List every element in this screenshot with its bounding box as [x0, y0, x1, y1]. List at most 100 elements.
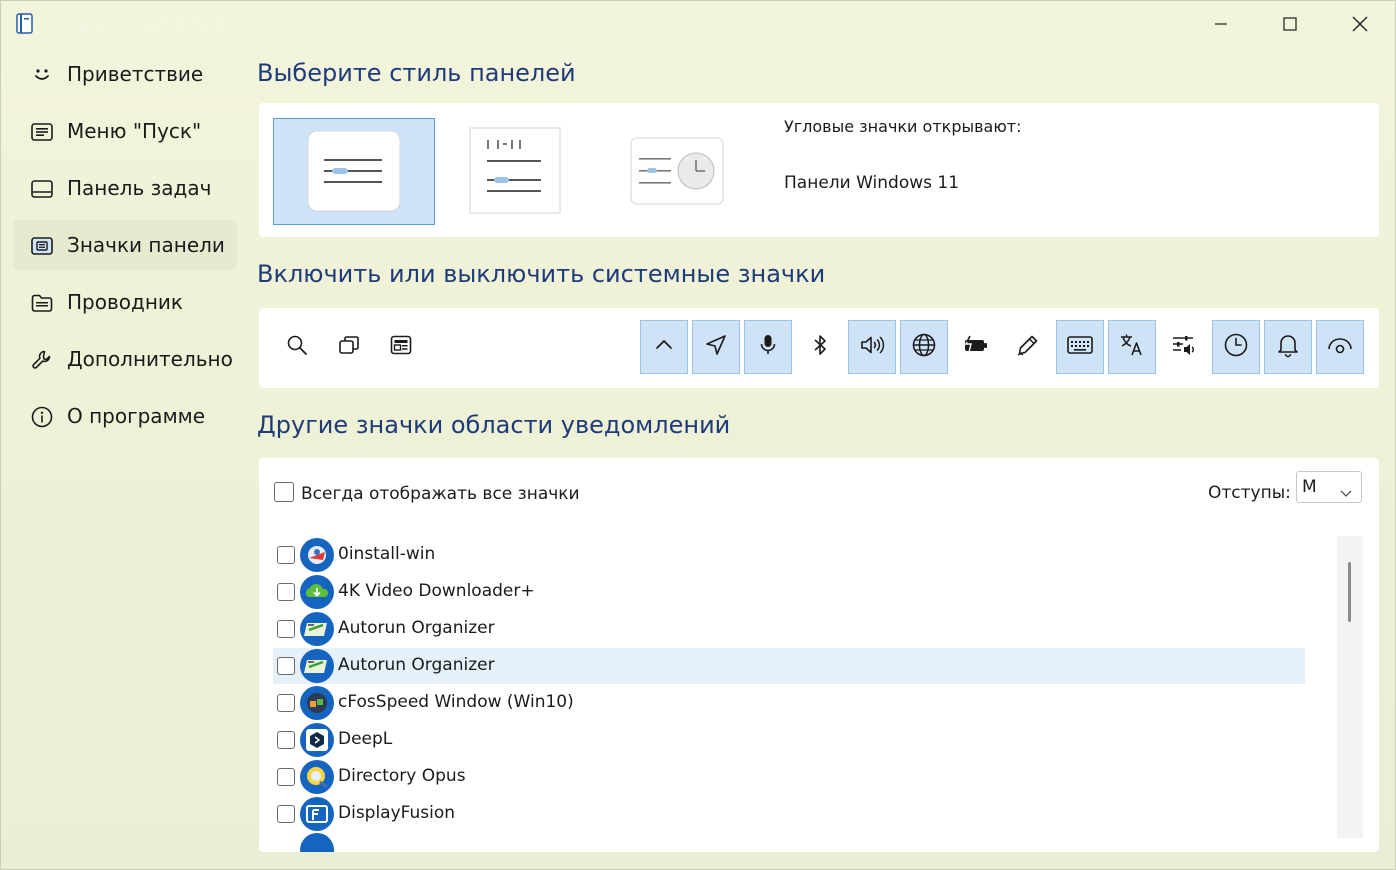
cfosspeed-icon: [300, 686, 334, 720]
sidebar-item-label: Дополнительно: [67, 347, 233, 371]
list-item[interactable]: 0install-win: [273, 537, 1305, 573]
list-item[interactable]: Autorun Organizer: [273, 611, 1305, 647]
tray-toggle-audio-settings[interactable]: [1160, 320, 1208, 374]
4k-video-downloader-icon: [300, 575, 334, 609]
tray-toggle-overflow[interactable]: [640, 320, 688, 374]
tray-toggle-volume[interactable]: [848, 320, 896, 374]
zero-install-icon: [300, 538, 334, 572]
list-scrollbar[interactable]: [1337, 536, 1363, 838]
minimize-button[interactable]: [1193, 7, 1249, 41]
list-item[interactable]: DeepL: [273, 722, 1305, 758]
clock-icon: [1223, 332, 1249, 362]
tray-toggle-battery[interactable]: [952, 320, 1000, 374]
sidebar: Приветствие Меню "Пуск" Панель задач Зна…: [13, 49, 237, 448]
notification-icons-heading: Другие значки области уведомлений: [257, 411, 731, 439]
chevron-down-icon: [1340, 483, 1352, 502]
corner-icons-label: Угловые значки открывают:: [784, 117, 1022, 136]
app-icon: [15, 13, 35, 35]
app-name: Autorun Organizer: [338, 655, 495, 675]
language-icon: [1119, 332, 1145, 362]
app-checkbox[interactable]: [277, 805, 295, 823]
list-item[interactable]: 4K Video Downloader+: [273, 574, 1305, 610]
window-title: Настройки StartAllBack: [41, 15, 227, 33]
app-checkbox[interactable]: [277, 694, 295, 712]
app-checkbox[interactable]: [277, 546, 295, 564]
spacing-value: M: [1302, 477, 1317, 497]
tray-toggle-search[interactable]: [273, 320, 321, 374]
spacing-select[interactable]: M: [1296, 471, 1362, 503]
folder-icon: [30, 291, 54, 315]
sidebar-item-tray-icons[interactable]: Значки панели: [13, 220, 237, 270]
deepl-icon: [300, 723, 334, 757]
app-checkbox[interactable]: [277, 620, 295, 638]
tray-toggle-widgets[interactable]: [377, 320, 425, 374]
keyboard-icon: [1066, 334, 1094, 360]
tray-toggle-network[interactable]: [900, 320, 948, 374]
maximize-icon: [1283, 17, 1297, 31]
sidebar-item-label: Проводник: [67, 290, 183, 314]
app-checkbox[interactable]: [277, 768, 295, 786]
sidebar-item-label: Приветствие: [67, 62, 204, 86]
sidebar-item-about[interactable]: О программе: [13, 391, 237, 441]
tray-toggle-pen[interactable]: [1004, 320, 1052, 374]
start-menu-icon: [30, 120, 54, 144]
tray-toggle-eye[interactable]: [1316, 320, 1364, 374]
autorun-organizer-icon: [300, 612, 334, 646]
app-name: DeepL: [338, 729, 393, 749]
sidebar-item-advanced[interactable]: Дополнительно: [13, 334, 237, 384]
list-item[interactable]: Directory Opus: [273, 759, 1305, 795]
sidebar-item-label: Значки панели: [67, 233, 225, 257]
sidebar-item-explorer[interactable]: Проводник: [13, 277, 237, 327]
widgets-icon: [389, 333, 413, 361]
tray-toggle-notifications[interactable]: [1264, 320, 1312, 374]
close-button[interactable]: [1332, 7, 1388, 41]
sidebar-item-welcome[interactable]: Приветствие: [13, 49, 237, 99]
tray-icons-icon: [30, 234, 54, 258]
corner-icons-value[interactable]: Панели Windows 11: [784, 173, 959, 193]
minimize-icon: [1214, 17, 1228, 31]
close-icon: [1352, 16, 1368, 32]
tray-toggle-touch-keyboard[interactable]: [1056, 320, 1104, 374]
maximize-button[interactable]: [1262, 7, 1318, 41]
list-item[interactable]: Autorun Organizer: [273, 648, 1305, 684]
app-name: DisplayFusion: [338, 803, 456, 823]
win11-style-preview-icon: [307, 130, 401, 212]
tray-toggle-language[interactable]: [1108, 320, 1156, 374]
panel-style-option-win10[interactable]: [467, 126, 563, 216]
app-checkbox[interactable]: [277, 731, 295, 749]
title-bar[interactable]: Настройки StartAllBack: [1, 1, 1396, 47]
spacing-label: Отступы:: [1208, 483, 1291, 503]
tray-toggle-task-view[interactable]: [325, 320, 373, 374]
search-icon: [285, 333, 309, 361]
smile-icon: [30, 63, 54, 87]
sidebar-item-start-menu[interactable]: Меню "Пуск": [13, 106, 237, 156]
app-checkbox[interactable]: [277, 657, 295, 675]
system-icons-heading: Включить или выключить системные значки: [257, 260, 826, 288]
bell-icon: [1276, 332, 1300, 362]
autorun-organizer-icon: [300, 649, 334, 683]
app-name: 4K Video Downloader+: [338, 581, 535, 601]
app-name: cFosSpeed Window (Win10): [338, 692, 574, 712]
list-item[interactable]: DisplayFusion: [273, 796, 1305, 832]
taskbar-icon: [30, 177, 54, 201]
directory-opus-icon: [300, 760, 334, 794]
sidebar-item-label: О программе: [67, 404, 206, 428]
app-name: Autorun Organizer: [338, 618, 495, 638]
scrollbar-thumb[interactable]: [1348, 562, 1351, 622]
tray-toggle-clock[interactable]: [1212, 320, 1260, 374]
tray-toggle-bluetooth[interactable]: [796, 320, 844, 374]
app-checkbox[interactable]: [277, 583, 295, 601]
tray-toggle-microphone[interactable]: [744, 320, 792, 374]
list-item[interactable]: cFosSpeed Window (Win10): [273, 685, 1305, 721]
microphone-icon: [756, 333, 780, 361]
classic-style-preview-icon: [630, 137, 724, 205]
always-show-checkbox[interactable]: [274, 482, 294, 502]
sidebar-item-taskbar[interactable]: Панель задач: [13, 163, 237, 213]
audio-settings-icon: [1171, 333, 1197, 361]
bluetooth-icon: [809, 333, 831, 361]
notification-icons-panel: Всегда отображать все значки Отступы: M …: [259, 458, 1379, 852]
panel-style-option-win11[interactable]: [273, 118, 435, 225]
location-icon: [704, 333, 728, 361]
panel-style-option-classic[interactable]: [629, 136, 725, 208]
tray-toggle-location[interactable]: [692, 320, 740, 374]
